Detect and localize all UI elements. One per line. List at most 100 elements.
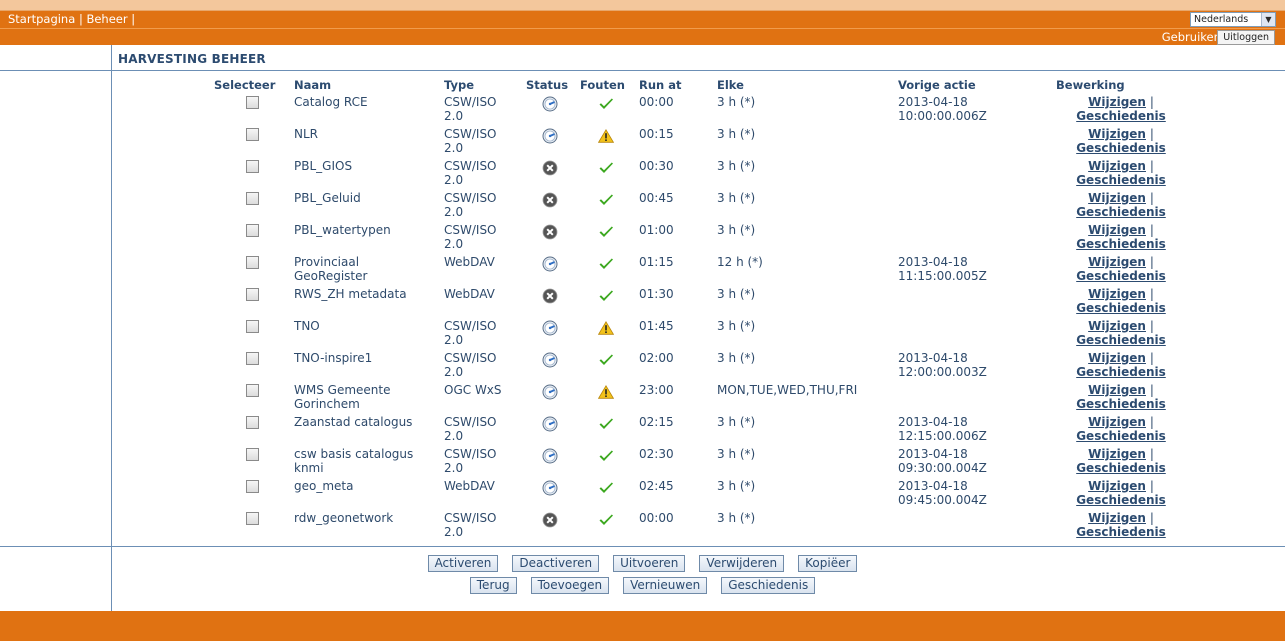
- checkmark-icon: [598, 289, 614, 303]
- running-clock-icon: [542, 320, 558, 336]
- user-label: Gebruiker:: [1161, 30, 1222, 44]
- select-checkbox[interactable]: [246, 288, 259, 301]
- running-clock-icon: [542, 448, 558, 464]
- stopped-icon: [542, 192, 558, 208]
- history-link[interactable]: Geschiedenis: [1076, 205, 1166, 219]
- checkmark-icon: [598, 161, 614, 175]
- select-checkbox[interactable]: [246, 96, 259, 109]
- edit-link[interactable]: Wijzigen: [1088, 287, 1146, 301]
- edit-link[interactable]: Wijzigen: [1088, 159, 1146, 173]
- copy-button[interactable]: Kopiëer: [798, 555, 858, 572]
- run-every: 3 h (*): [717, 351, 756, 365]
- run-every: 3 h (*): [717, 191, 756, 205]
- harvester-name: PBL_GIOS: [294, 159, 353, 173]
- delete-button[interactable]: Verwijderen: [699, 555, 785, 572]
- history-link[interactable]: Geschiedenis: [1076, 365, 1166, 379]
- nav-admin-link[interactable]: Beheer: [86, 12, 127, 26]
- harvester-name: TNO-inspire1: [294, 351, 373, 365]
- history-link[interactable]: Geschiedenis: [1076, 397, 1166, 411]
- table-row: PBL_GIOS CSW/ISO 2.0 00:30 3 h (*) Wijzigen …: [200, 159, 1200, 191]
- history-link[interactable]: Geschiedenis: [1076, 461, 1166, 475]
- harvester-type: CSW/ISO 2.0: [444, 191, 497, 219]
- deactivate-button[interactable]: Deactiveren: [512, 555, 600, 572]
- select-checkbox[interactable]: [246, 224, 259, 237]
- refresh-button[interactable]: Vernieuwen: [623, 577, 708, 594]
- run-button[interactable]: Uitvoeren: [613, 555, 686, 572]
- edit-link[interactable]: Wijzigen: [1088, 415, 1146, 429]
- link-separator: |: [1149, 511, 1154, 525]
- warning-icon: [598, 129, 614, 143]
- select-checkbox[interactable]: [246, 416, 259, 429]
- table-row: TNO CSW/ISO 2.0 01:45 3 h (*) Wijzigen | Gesc…: [200, 319, 1200, 351]
- edit-link[interactable]: Wijzigen: [1088, 383, 1146, 397]
- select-checkbox[interactable]: [246, 320, 259, 333]
- history-link[interactable]: Geschiedenis: [1076, 333, 1166, 347]
- select-checkbox[interactable]: [246, 448, 259, 461]
- table-row: PBL_Geluid CSW/ISO 2.0 00:45 3 h (*) Wijzige…: [200, 191, 1200, 223]
- history-link[interactable]: Geschiedenis: [1076, 429, 1166, 443]
- history-link[interactable]: Geschiedenis: [1076, 237, 1166, 251]
- run-every: 3 h (*): [717, 127, 756, 141]
- select-checkbox[interactable]: [246, 384, 259, 397]
- edit-actions: Wijzigen | Geschiedenis: [1066, 127, 1176, 155]
- edit-link[interactable]: Wijzigen: [1088, 127, 1146, 141]
- last-action: 2013-04-18 12:15:00.006Z: [898, 415, 987, 443]
- harvester-type: OGC WxS: [444, 383, 502, 397]
- harvester-type: CSW/ISO 2.0: [444, 319, 497, 347]
- run-at-time: 01:15: [639, 255, 674, 269]
- logout-button[interactable]: Uitloggen: [1217, 30, 1275, 45]
- table-row: TNO-inspire1 CSW/ISO 2.0 02:00 3 h (*) 2013-…: [200, 351, 1200, 383]
- run-at-time: 00:45: [639, 191, 674, 205]
- history-link[interactable]: Geschiedenis: [1076, 525, 1166, 539]
- edit-link[interactable]: Wijzigen: [1088, 319, 1146, 333]
- edit-actions: Wijzigen | Geschiedenis: [1066, 479, 1176, 507]
- harvester-name: Zaanstad catalogus: [294, 415, 413, 429]
- run-every: 3 h (*): [717, 319, 756, 333]
- harvester-type: CSW/ISO 2.0: [444, 127, 497, 155]
- history-link[interactable]: Geschiedenis: [1076, 269, 1166, 283]
- language-select[interactable]: Nederlands ▼: [1190, 12, 1276, 27]
- edit-link[interactable]: Wijzigen: [1088, 191, 1146, 205]
- select-checkbox[interactable]: [246, 512, 259, 525]
- select-checkbox[interactable]: [246, 480, 259, 493]
- edit-link[interactable]: Wijzigen: [1088, 95, 1146, 109]
- harvester-name: RWS_ZH metadata: [294, 287, 407, 301]
- edit-link[interactable]: Wijzigen: [1088, 351, 1146, 365]
- run-every: 3 h (*): [717, 287, 756, 301]
- run-at-time: 02:15: [639, 415, 674, 429]
- edit-link[interactable]: Wijzigen: [1088, 223, 1146, 237]
- nav-home-link[interactable]: Startpagina: [8, 12, 75, 26]
- run-at-time: 02:00: [639, 351, 674, 365]
- select-checkbox[interactable]: [246, 352, 259, 365]
- history-link[interactable]: Geschiedenis: [1076, 173, 1166, 187]
- last-action: 2013-04-18 10:00:00.006Z: [898, 95, 987, 123]
- history-link[interactable]: Geschiedenis: [1076, 141, 1166, 155]
- select-checkbox[interactable]: [246, 128, 259, 141]
- edit-actions: Wijzigen | Geschiedenis: [1066, 415, 1176, 443]
- harvester-name: WMS Gemeente Gorinchem: [294, 383, 391, 411]
- last-action: 2013-04-18 11:15:00.005Z: [898, 255, 987, 283]
- history-button[interactable]: Geschiedenis: [721, 577, 816, 594]
- header-status: Status: [526, 78, 569, 92]
- activate-button[interactable]: Activeren: [427, 555, 499, 572]
- history-link[interactable]: Geschiedenis: [1076, 301, 1166, 315]
- edit-link[interactable]: Wijzigen: [1088, 255, 1146, 269]
- last-action: 2013-04-18 09:45:00.004Z: [898, 479, 987, 507]
- running-clock-icon: [542, 96, 558, 112]
- select-checkbox[interactable]: [246, 256, 259, 269]
- edit-link[interactable]: Wijzigen: [1088, 447, 1146, 461]
- chevron-down-icon[interactable]: ▼: [1261, 13, 1275, 26]
- edit-link[interactable]: Wijzigen: [1088, 511, 1146, 525]
- harvester-type: CSW/ISO 2.0: [444, 447, 497, 475]
- link-separator: |: [1149, 287, 1154, 301]
- back-button[interactable]: Terug: [469, 577, 517, 594]
- history-link[interactable]: Geschiedenis: [1076, 109, 1166, 123]
- header-name: Naam: [294, 78, 332, 92]
- harvester-type: CSW/ISO 2.0: [444, 159, 497, 187]
- select-checkbox[interactable]: [246, 192, 259, 205]
- edit-link[interactable]: Wijzigen: [1088, 479, 1146, 493]
- edit-actions: Wijzigen | Geschiedenis: [1066, 95, 1176, 123]
- history-link[interactable]: Geschiedenis: [1076, 493, 1166, 507]
- add-button[interactable]: Toevoegen: [530, 577, 610, 594]
- select-checkbox[interactable]: [246, 160, 259, 173]
